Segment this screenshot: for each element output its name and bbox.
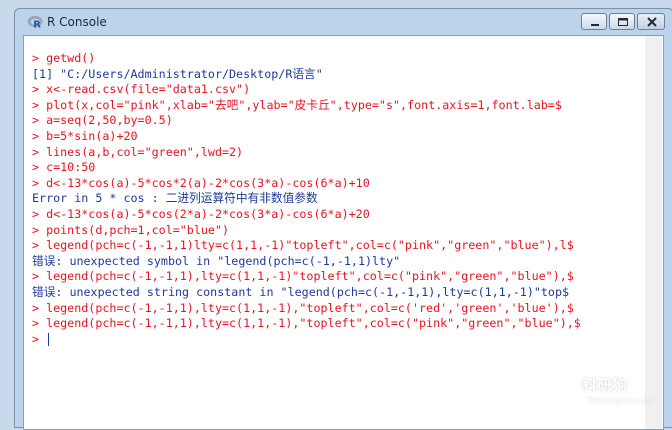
window-title: R Console <box>47 15 107 29</box>
watermark: 科研狗 Keyangou.com <box>548 368 668 420</box>
minimize-button[interactable] <box>581 13 607 30</box>
close-button[interactable] <box>637 13 665 30</box>
console-command-line: > plot(x,col="pink",xlab="去吧",ylab="皮卡丘"… <box>32 97 562 112</box>
r-console-window: R R Console > getwd() [1] "C:/Users/Admin… <box>14 8 672 430</box>
maximize-button[interactable] <box>609 13 635 30</box>
console-command-line: > legend(pch=c(-1,-1,1),lty=c(1,1,-1),"t… <box>32 300 574 315</box>
text-cursor <box>48 332 50 346</box>
titlebar[interactable]: R R Console <box>15 9 672 35</box>
close-icon <box>647 17 657 27</box>
console-command-line: > legend(pch=c(-1,-1,1),lty=c(1,1,-1)"to… <box>32 269 574 284</box>
minimize-icon <box>591 24 599 26</box>
console-command-line: > legend(pch=c(-1,-1,1),lty=c(1,1,-1),"t… <box>32 316 581 331</box>
svg-text:R: R <box>33 20 41 30</box>
console-output-line: 错误: unexpected symbol in "legend(pch=c(-… <box>32 253 401 268</box>
console-output-line: 错误: unexpected string constant in "legen… <box>32 284 570 299</box>
dog-logo-icon <box>549 371 579 401</box>
console-output-line: Error in 5 * cos : 二进列运算符中有非数值参数 <box>32 191 318 206</box>
console-command-line: > points(d,pch=1,col="blue") <box>32 222 230 237</box>
r-logo-icon: R <box>27 16 43 30</box>
console-command-line: > x<-read.csv(file="data1.csv") <box>32 82 251 97</box>
watermark-brand-cn: 科研狗 <box>582 376 628 394</box>
console-command-line: > c=10:50 <box>32 160 96 175</box>
console-command-line: > d<-13*cos(a)-5*cos*2(a)-2*cos(3*a)-cos… <box>32 175 370 190</box>
console-command-line: > <box>32 332 663 348</box>
console-output-line: [1] "C:/Users/Administrator/Desktop/R语言" <box>32 66 323 81</box>
console-command-line: > legend(pch=c(-1,-1,1)lty=c(1,1,-1)"top… <box>32 238 574 253</box>
console-lines: > getwd() [1] "C:/Users/Administrator/Des… <box>32 51 663 347</box>
maximize-icon <box>618 18 628 26</box>
console-command-line: > d<-13*cos(a)-5*cos(2*a)-2*cos(3*a)-cos… <box>32 206 370 221</box>
console-command-line: > lines(a,b,col="green",lwd=2) <box>32 144 244 159</box>
console-command-line: > a=seq(2,50,by=0.5) <box>32 113 173 128</box>
console-command-line: > getwd() <box>32 51 96 65</box>
watermark-brand-en: Keyangou.com <box>588 396 655 406</box>
console-command-line: > b=5*sin(a)+20 <box>32 128 138 143</box>
